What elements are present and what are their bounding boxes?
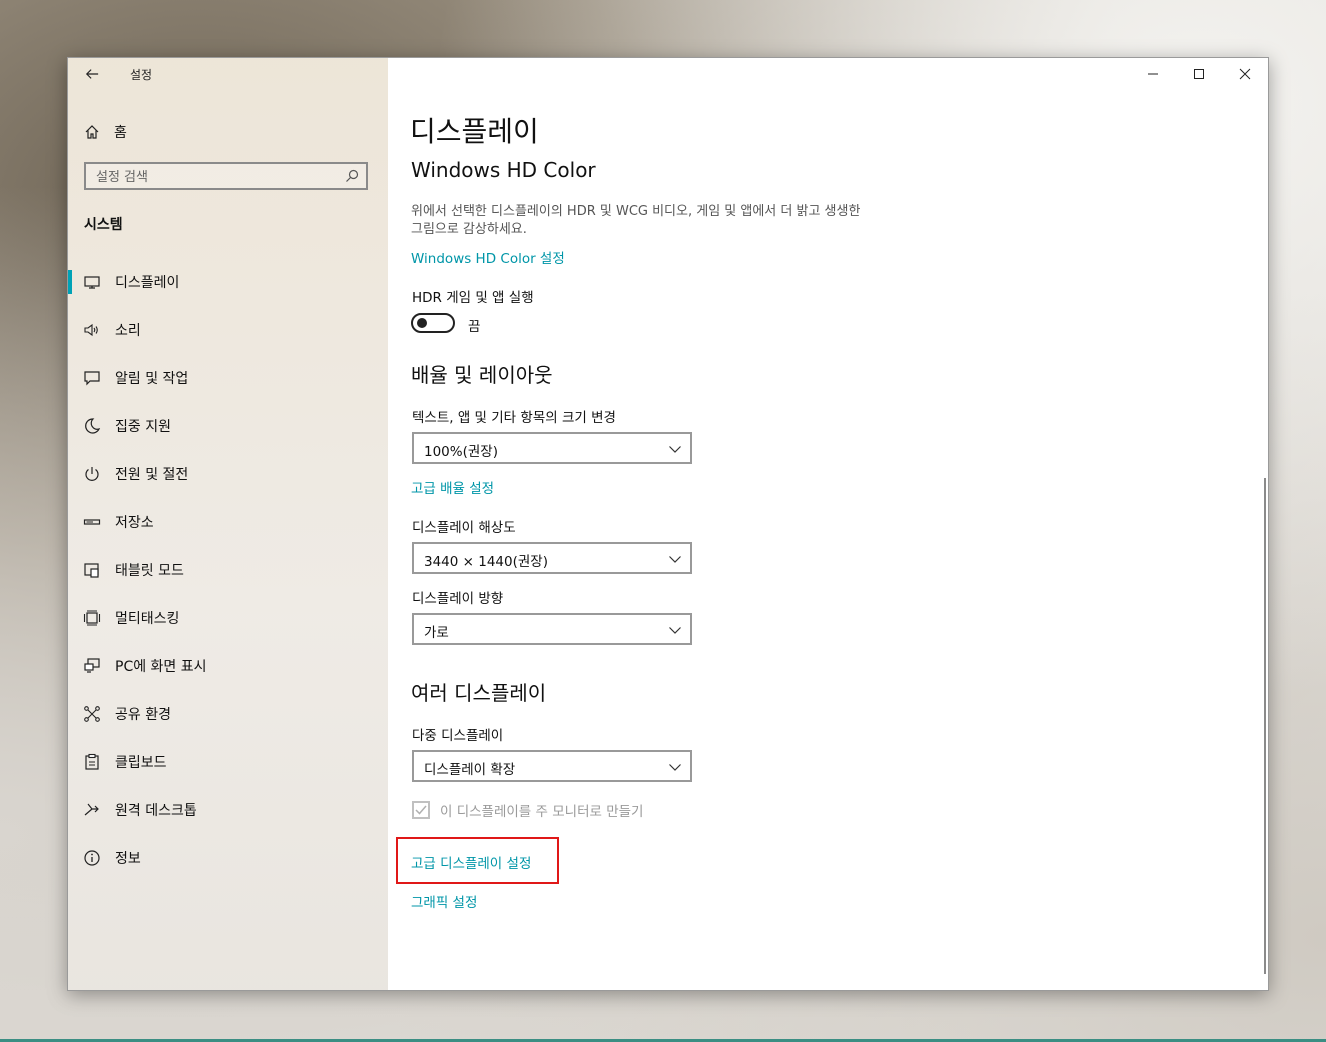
multitasking-icon <box>83 609 101 627</box>
checkmark-icon <box>415 805 427 815</box>
power-icon <box>83 465 101 483</box>
close-button[interactable] <box>1222 58 1268 90</box>
search-icon[interactable] <box>344 168 360 184</box>
sidebar-item-power[interactable]: 전원 및 절전 <box>68 450 388 498</box>
sidebar-item-label: 전원 및 절전 <box>115 467 189 483</box>
sidebar-item-focus-assist[interactable]: 집중 지원 <box>68 402 388 450</box>
multi-display-dropdown[interactable]: 디스플레이 확장 <box>412 750 692 782</box>
sidebar-item-notifications[interactable]: 알림 및 작업 <box>68 354 388 402</box>
close-icon <box>1239 68 1251 80</box>
page-title: 디스플레이 <box>410 115 539 148</box>
scrollbar[interactable] <box>1264 478 1266 974</box>
sidebar-item-display[interactable]: 디스플레이 <box>68 258 388 306</box>
sidebar-item-label: 태블릿 모드 <box>115 563 184 579</box>
sidebar-item-label: 디스플레이 <box>115 275 180 291</box>
sidebar-item-tablet-mode[interactable]: 태블릿 모드 <box>68 546 388 594</box>
advanced-scaling-link[interactable]: 고급 배율 설정 <box>411 477 494 497</box>
sidebar: 설정 홈 시스템 디스플레이 소리 알림 및 작업 <box>68 58 388 990</box>
home-nav-item[interactable]: 홈 <box>84 120 127 144</box>
sidebar-item-label: 멀티태스킹 <box>115 611 180 627</box>
sidebar-item-label: 저장소 <box>115 515 154 531</box>
chevron-down-icon <box>669 446 681 453</box>
project-icon <box>83 657 101 675</box>
window-controls <box>1130 58 1268 90</box>
multiple-displays-heading: 여러 디스플레이 <box>411 681 547 705</box>
orientation-label: 디스플레이 방향 <box>412 591 504 607</box>
multi-display-value: 디스플레이 확장 <box>424 762 516 778</box>
sidebar-item-shared-experiences[interactable]: 공유 환경 <box>68 690 388 738</box>
maximize-icon <box>1194 69 1204 79</box>
titlebar: 설정 <box>68 58 388 90</box>
sidebar-item-label: 원격 데스크톱 <box>115 803 197 819</box>
search-input[interactable] <box>86 164 348 190</box>
chevron-down-icon <box>669 627 681 634</box>
sidebar-item-remote-desktop[interactable]: 원격 데스크톱 <box>68 786 388 834</box>
sidebar-item-project[interactable]: PC에 화면 표시 <box>68 642 388 690</box>
advanced-display-settings-link[interactable]: 고급 디스플레이 설정 <box>411 852 531 872</box>
hd-color-heading: Windows HD Color <box>411 158 596 182</box>
remote-desktop-icon <box>83 801 101 819</box>
back-arrow-icon <box>85 69 99 79</box>
hd-color-settings-link[interactable]: Windows HD Color 설정 <box>411 247 565 267</box>
maximize-button[interactable] <box>1176 58 1222 90</box>
app-title: 설정 <box>130 68 153 82</box>
hdr-toggle-label: HDR 게임 및 앱 실행 <box>412 290 534 306</box>
clipboard-icon <box>83 753 101 771</box>
sidebar-item-label: 집중 지원 <box>115 419 171 435</box>
hd-color-description: 위에서 선택한 디스플레이의 HDR 및 WCG 비디오, 게임 및 앱에서 더… <box>411 204 861 237</box>
chevron-down-icon <box>669 556 681 563</box>
sidebar-item-sound[interactable]: 소리 <box>68 306 388 354</box>
orientation-value: 가로 <box>424 625 449 641</box>
moon-icon <box>83 417 101 435</box>
main-display-checkbox-label: 이 디스플레이를 주 모니터로 만들기 <box>440 804 644 820</box>
multi-display-label: 다중 디스플레이 <box>412 728 504 744</box>
monitor-icon <box>83 273 101 291</box>
hdr-toggle[interactable] <box>411 313 455 333</box>
sidebar-item-about[interactable]: 정보 <box>68 834 388 882</box>
info-icon <box>83 849 101 867</box>
orientation-dropdown[interactable]: 가로 <box>412 613 692 645</box>
home-label: 홈 <box>114 125 127 141</box>
sidebar-item-label: 클립보드 <box>115 755 167 771</box>
search-box <box>84 162 368 190</box>
minimize-button[interactable] <box>1130 58 1176 90</box>
section-title: 시스템 <box>84 217 123 233</box>
scale-layout-heading: 배율 및 레이아웃 <box>411 363 553 387</box>
main-display-checkbox[interactable] <box>412 801 430 819</box>
resolution-dropdown[interactable]: 3440 × 1440(권장) <box>412 542 692 574</box>
sidebar-item-clipboard[interactable]: 클립보드 <box>68 738 388 786</box>
toggle-knob <box>417 318 427 328</box>
sidebar-item-multitasking[interactable]: 멀티태스킹 <box>68 594 388 642</box>
sidebar-item-label: PC에 화면 표시 <box>115 659 207 675</box>
notification-icon <box>83 369 101 387</box>
chevron-down-icon <box>669 764 681 771</box>
sidebar-item-label: 알림 및 작업 <box>115 371 189 387</box>
scale-dropdown[interactable]: 100%(권장) <box>412 432 692 464</box>
sidebar-item-label: 소리 <box>115 323 141 339</box>
hdr-toggle-state: 끔 <box>468 319 481 335</box>
sidebar-item-storage[interactable]: 저장소 <box>68 498 388 546</box>
main-display-checkbox-row: 이 디스플레이를 주 모니터로 만들기 <box>412 799 643 821</box>
storage-icon <box>83 513 101 531</box>
speaker-icon <box>83 321 101 339</box>
sidebar-item-label: 정보 <box>115 851 141 867</box>
content-pane: 디스플레이 Windows HD Color 위에서 선택한 디스플레이의 HD… <box>388 58 1268 990</box>
resolution-value: 3440 × 1440(권장) <box>424 554 548 570</box>
home-icon <box>85 125 99 139</box>
minimize-icon <box>1148 73 1158 75</box>
text-size-label: 텍스트, 앱 및 기타 항목의 크기 변경 <box>412 410 616 426</box>
resolution-label: 디스플레이 해상도 <box>412 520 516 536</box>
tablet-icon <box>83 561 101 579</box>
nav-list: 디스플레이 소리 알림 및 작업 집중 지원 전원 및 절전 저장소 태블릿 모… <box>68 258 388 882</box>
settings-window: 설정 홈 시스템 디스플레이 소리 알림 및 작업 <box>67 57 1269 991</box>
graphics-settings-link[interactable]: 그래픽 설정 <box>411 891 477 911</box>
scale-value: 100%(권장) <box>424 444 498 460</box>
sidebar-item-label: 공유 환경 <box>115 707 171 723</box>
back-button[interactable] <box>82 64 102 84</box>
share-icon <box>83 705 101 723</box>
